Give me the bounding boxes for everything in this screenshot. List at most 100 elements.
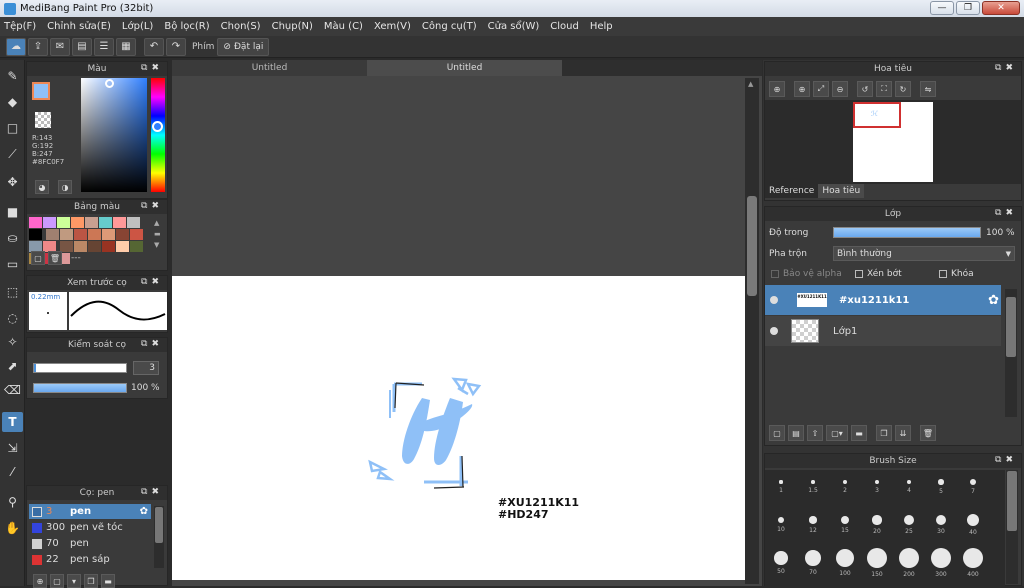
tab-untitled-2[interactable]: Untitled <box>367 60 562 76</box>
list-item[interactable]: 70 pen <box>29 536 149 551</box>
trash-icon[interactable]: 🗑 <box>48 251 62 265</box>
tab-navigator[interactable]: Hoa tiêu <box>818 184 865 198</box>
grid-icon[interactable]: ▦ <box>116 37 136 56</box>
layer-opacity-slider[interactable] <box>833 227 981 238</box>
gear-icon[interactable]: ✿ <box>988 293 999 308</box>
panel-controls[interactable]: ⧉✖ <box>141 487 163 497</box>
trash-icon[interactable]: 🗑 <box>920 425 936 441</box>
zoom-in-icon[interactable]: ⊕ <box>769 81 785 97</box>
rect-fill-tool-icon[interactable]: ■ <box>2 202 23 222</box>
brush-size-cell[interactable]: 70 <box>798 548 828 578</box>
brush-size-cell[interactable]: 100 <box>830 548 860 578</box>
gradient-tool-icon[interactable]: ▭ <box>2 254 23 274</box>
brush-size-cell[interactable]: 20 <box>862 510 892 540</box>
text-tool-icon[interactable]: T <box>2 412 23 432</box>
rotate-right-icon[interactable]: ↻ <box>895 81 911 97</box>
visibility-eye-icon[interactable] <box>770 296 778 304</box>
brush-size-cell[interactable]: 10 <box>766 510 796 540</box>
menu-window[interactable]: Cửa sổ(W) <box>488 21 540 32</box>
line-tool-icon[interactable]: ⟋ <box>2 144 23 164</box>
menu-layer[interactable]: Lớp(L) <box>122 21 153 32</box>
brush-size-cell[interactable]: 40 <box>958 510 988 540</box>
zoom-plus-icon[interactable]: ⊕ <box>794 81 810 97</box>
list-item[interactable]: 3 pen ✿ <box>29 504 151 519</box>
brush-size-cell[interactable]: 7 <box>958 472 988 502</box>
brush-size-cell[interactable]: 400 <box>958 548 988 578</box>
message-icon[interactable]: ▤ <box>72 37 92 56</box>
move-tool-icon[interactable]: ✥ <box>2 172 23 192</box>
share-icon[interactable]: ⇪ <box>28 37 48 56</box>
restore-button[interactable]: ❐ <box>956 1 980 15</box>
panel-controls[interactable]: ⧉✖ <box>141 339 163 349</box>
list-item[interactable]: 300 pen vẽ tóc <box>29 520 149 535</box>
menu-edit[interactable]: Chỉnh sửa(E) <box>47 21 111 32</box>
eyedropper-tool-icon[interactable]: ⁄ <box>2 462 23 482</box>
duplicate-layer-icon[interactable]: ❐ <box>876 425 892 441</box>
brush-size-cell[interactable]: 4 <box>894 472 924 502</box>
tab-untitled-1[interactable]: Untitled <box>172 60 367 76</box>
panel-controls[interactable]: ⧉✖ <box>995 455 1017 465</box>
brush-size-cell[interactable]: 30 <box>926 510 956 540</box>
foreground-color[interactable] <box>32 82 50 100</box>
saturation-value-picker[interactable] <box>81 78 147 192</box>
brush-size-cell[interactable]: 15 <box>830 510 860 540</box>
folder-icon[interactable]: ▬ <box>851 425 867 441</box>
tab-reference[interactable]: Reference <box>765 184 819 198</box>
undo-icon[interactable]: ↶ <box>144 37 164 56</box>
menu-help[interactable]: Help <box>590 21 613 32</box>
palette-icon[interactable]: ◕ <box>35 180 49 194</box>
select-rect-tool-icon[interactable]: ⬚ <box>2 282 23 302</box>
brush-size-slider[interactable] <box>33 363 127 373</box>
gear-icon[interactable]: ✿ <box>140 506 148 517</box>
comment-icon[interactable]: ✉ <box>50 37 70 56</box>
dropper-tool-icon[interactable]: ⚲ <box>2 492 23 512</box>
brush-size-cell[interactable]: 1.5 <box>798 472 828 502</box>
panel-controls[interactable]: ⧉✖ <box>995 208 1017 218</box>
brush-size-cell[interactable]: 25 <box>894 510 924 540</box>
protect-alpha-checkbox[interactable]: Bảo vệ alpha <box>771 269 842 279</box>
brush-size-cell[interactable]: 50 <box>766 548 796 578</box>
fit-icon[interactable]: ⤢ <box>813 81 829 97</box>
blend-mode-select[interactable]: Bình thường ▼ <box>833 246 1015 261</box>
add-layer-menu-icon[interactable]: ▢▾ <box>826 425 848 441</box>
eraser-tool-icon[interactable]: ◆ <box>2 92 23 112</box>
magic-wand-tool-icon[interactable]: ✧ <box>2 332 23 352</box>
brush-size-cell[interactable]: 2 <box>830 472 860 502</box>
palette-scroll[interactable]: ▲ ▬ ▼ <box>154 218 161 251</box>
cloud-icon[interactable]: ☁ <box>6 37 26 56</box>
brush-opacity-slider[interactable] <box>33 383 127 393</box>
zoom-out-icon[interactable]: ⊖ <box>832 81 848 97</box>
brush-size-cell[interactable]: 3 <box>862 472 892 502</box>
panel-controls[interactable]: ⧉✖ <box>141 277 163 287</box>
menu-snap[interactable]: Chụp(N) <box>272 21 313 32</box>
hand-tool-icon[interactable]: ✋ <box>2 518 23 538</box>
panel-controls[interactable]: ⧉✖ <box>995 63 1017 73</box>
lasso-tool-icon[interactable]: ◌ <box>2 308 23 328</box>
brush-size-scrollbar[interactable] <box>1006 470 1018 584</box>
close-button[interactable]: ✕ <box>982 1 1020 15</box>
menu-cloud[interactable]: Cloud <box>550 21 579 32</box>
navigator-preview[interactable]: ℋ <box>765 100 1021 184</box>
transparent-color[interactable] <box>35 112 51 128</box>
layer-row-active[interactable]: #XU1211K11 #xu1211k11 ✿ <box>765 285 1001 315</box>
lock-checkbox[interactable]: Khóa <box>939 269 974 279</box>
brush-size-cell[interactable]: 1 <box>766 472 796 502</box>
redo-icon[interactable]: ↷ <box>166 37 186 56</box>
menu-select[interactable]: Chọn(S) <box>221 21 261 32</box>
brush-size-cell[interactable]: 200 <box>894 548 924 578</box>
merge-layer-icon[interactable]: ⇊ <box>895 425 911 441</box>
menu-tools[interactable]: Công cụ(T) <box>422 21 477 32</box>
menu-file[interactable]: Tệp(F) <box>4 21 36 32</box>
brush-size-cell[interactable]: 300 <box>926 548 956 578</box>
list-item[interactable]: 22 pen sáp <box>29 552 149 567</box>
layer-scrollbar[interactable] <box>1005 289 1017 417</box>
clipping-checkbox[interactable]: Xén bớt <box>855 269 902 279</box>
flip-icon[interactable]: ⇋ <box>920 81 936 97</box>
dot-tool-icon[interactable]: □ <box>2 118 23 138</box>
minimize-button[interactable]: — <box>930 1 954 15</box>
brush-size-cell[interactable]: 150 <box>862 548 892 578</box>
fit-window-icon[interactable]: ⛶ <box>876 81 892 97</box>
list-icon[interactable]: ☰ <box>94 37 114 56</box>
new-halftone-layer-icon[interactable]: ▤ <box>788 425 804 441</box>
select-eraser-tool-icon[interactable]: ⌫ <box>2 380 23 400</box>
